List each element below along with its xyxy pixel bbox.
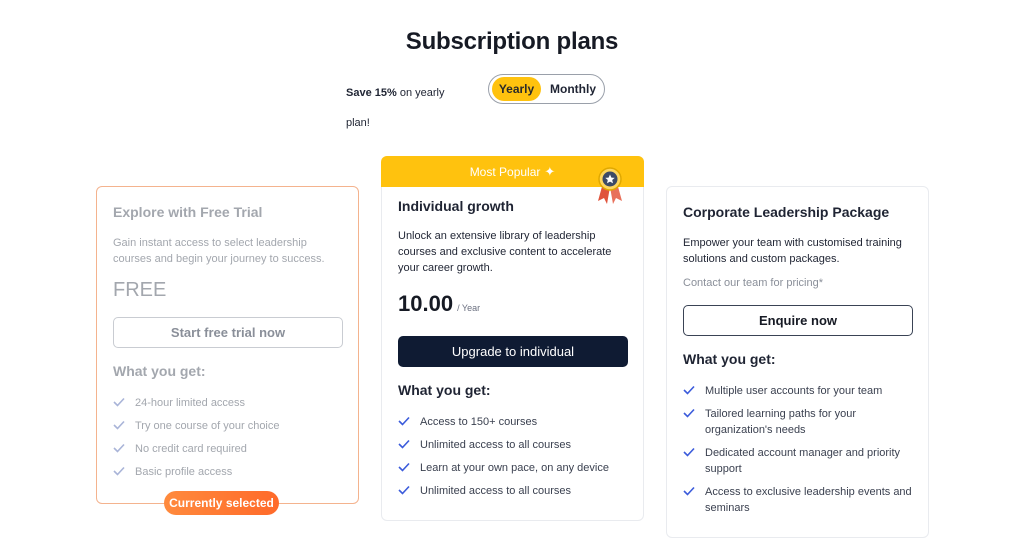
plan-price: 10.00/ Year [398,291,480,317]
check-icon [398,416,410,426]
plan-title: Corporate Leadership Package [683,204,890,220]
list-item: Access to exclusive leadership events an… [683,484,915,516]
feature-list: Access to 150+ courses Unlimited access … [398,414,630,506]
check-icon [113,443,125,453]
yearly-savings-note: Save 15% on yearly plan! [346,78,456,138]
individual-plan-card: Most Popular ✦ Individual growth Unlock a… [381,156,644,521]
sparkle-icon: ✦ [544,164,556,179]
page-title: Subscription plans [405,28,619,55]
contact-pricing-note: Contact our team for pricing* [683,277,824,289]
check-icon [683,486,695,496]
list-item: 24-hour limited access [113,395,345,411]
feature-list: 24-hour limited access Try one course of… [113,395,345,487]
price-amount: 10.00 [398,291,454,316]
what-you-get-heading: What you get: [683,351,776,367]
start-free-trial-button[interactable]: Start free trial now [113,317,343,348]
what-you-get-heading: What you get: [113,363,206,379]
check-icon [683,447,695,457]
free-trial-plan-card: Explore with Free Trial Gain instant acc… [96,186,359,504]
plan-title: Explore with Free Trial [113,204,263,220]
check-icon [683,385,695,395]
list-item: No credit card required [113,441,345,457]
corporate-plan-card: Corporate Leadership Package Empower you… [666,186,929,538]
list-item: Basic profile access [113,464,345,480]
currently-selected-badge: Currently selected [164,491,279,515]
banner-label: Most Popular [469,165,541,179]
list-item: Unlimited access to all courses [398,437,630,453]
award-ribbon-icon [598,167,622,204]
price-period: / Year [457,303,481,313]
what-you-get-heading: What you get: [398,382,491,398]
check-icon [113,397,125,407]
list-item: Unlimited access to all courses [398,483,630,499]
check-icon [398,462,410,472]
check-icon [113,420,125,430]
list-item: Tailored learning paths for your organiz… [683,406,915,438]
feature-list: Multiple user accounts for your team Tai… [683,383,915,523]
list-item: Multiple user accounts for your team [683,383,915,399]
check-icon [683,408,695,418]
upgrade-to-individual-button[interactable]: Upgrade to individual [398,336,628,367]
list-item: Try one course of your choice [113,418,345,434]
check-icon [398,439,410,449]
check-icon [113,466,125,476]
check-icon [398,485,410,495]
savings-amount: Save 15% [346,87,397,99]
plan-price: FREE [113,279,167,301]
plan-title: Individual growth [398,198,514,214]
billing-period-toggle[interactable]: Yearly Monthly [488,74,605,104]
list-item: Access to 150+ courses [398,414,630,430]
list-item: Dedicated account manager and priority s… [683,445,915,477]
monthly-option[interactable]: Monthly [545,77,601,101]
plan-description: Gain instant access to select leadership… [113,237,325,265]
plan-description: Empower your team with customised traini… [683,237,902,265]
plan-description: Unlock an extensive library of leadershi… [398,230,612,274]
yearly-option[interactable]: Yearly [492,77,541,101]
list-item: Learn at your own pace, on any device [398,460,630,476]
enquire-now-button[interactable]: Enquire now [683,305,913,336]
